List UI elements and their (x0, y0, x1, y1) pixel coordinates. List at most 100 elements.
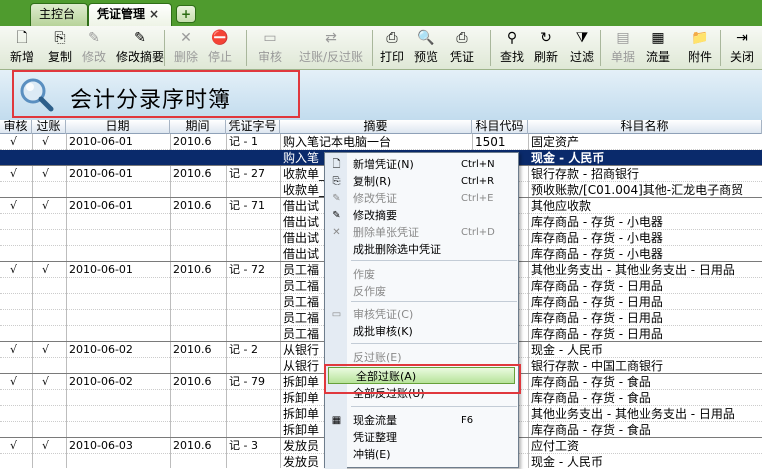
toolbar-button-6[interactable]: ▭ 审核 (252, 28, 288, 68)
toolbar-button-0[interactable]: 🗋 新增 (2, 28, 42, 68)
cell-name: 库存商品 - 存货 - 食品 (531, 375, 651, 389)
copy-icon: ⎘ (332, 176, 341, 187)
menu-item-4[interactable]: ✕ 删除单张凭证 Ctrl+D (326, 224, 518, 241)
toolbar-button-17[interactable]: ⇥ 关闭 (722, 28, 762, 68)
cell-name: 固定资产 (531, 135, 580, 149)
cell-post: √ (42, 167, 50, 180)
menu-item-2[interactable]: ✎ 修改凭证 Ctrl+E (326, 190, 518, 207)
cell-period (173, 454, 225, 468)
toolbar-label: 复制 (47, 50, 72, 64)
menu-item-13[interactable]: ▦ 现金流量 F6 (326, 412, 518, 429)
add-tab-icon[interactable]: + (176, 5, 196, 23)
column-header[interactable]: 凭证字号 (226, 120, 280, 134)
menu-item-label: 现金流量 (353, 414, 397, 427)
edit-summary-icon: ✎ (134, 30, 146, 46)
cell-date (69, 310, 169, 326)
cell-audit (10, 310, 38, 326)
menu-item-label: 新增凭证(N) (353, 158, 414, 171)
cell-post: √ (42, 263, 50, 276)
cell-post (42, 294, 72, 310)
cell-period (173, 326, 225, 342)
cell-post (42, 422, 72, 438)
cell-audit: √ (10, 375, 18, 388)
cell-voucher: 记 - 71 (229, 199, 265, 212)
menu-item-3[interactable]: ✎ 修改摘要 (326, 207, 518, 224)
cell-post: √ (42, 439, 50, 452)
table-row[interactable]: √ √ 2010-06-01 2010.6 记 - 1 购入笔记本电脑一台 1501 固定资产 (0, 134, 762, 150)
tab-home[interactable]: 主控台 (30, 3, 88, 26)
column-header[interactable]: 日期 (66, 120, 170, 134)
cell-date (69, 422, 169, 438)
cell-date (69, 230, 169, 246)
toolbar-button-3[interactable]: ✎ 修改摘要 (112, 28, 168, 68)
cell-post: √ (42, 375, 50, 388)
cell-voucher (229, 326, 279, 342)
toolbar-button-1[interactable]: ⎘ 复制 (44, 28, 76, 68)
toolbar-button-15[interactable]: ▦ 流量 (640, 28, 676, 68)
toolbar-button-9[interactable]: 🔍 预览 (410, 28, 442, 68)
edit-summary-icon: ✎ (332, 210, 341, 221)
preview-icon: 🔍 (417, 30, 435, 46)
cell-audit: √ (10, 439, 18, 452)
toolbar-label: 预览 (413, 50, 438, 64)
cash-flow-icon: ▦ (331, 415, 342, 426)
cell-audit (10, 422, 38, 438)
context-menu: 🗋 新增凭证(N) Ctrl+N ⎘ 复制(R) Ctrl+R ✎ 修改凭证 Ctrl+E ✎ 修改… (324, 152, 519, 469)
menu-item-0[interactable]: 🗋 新增凭证(N) Ctrl+N (326, 156, 518, 173)
cell-name: 库存商品 - 存货 - 食品 (531, 391, 651, 405)
toolbar-button-8[interactable]: ⎙ 打印 (376, 28, 408, 68)
edit-voucher-icon: ✎ (332, 193, 341, 204)
menu-item-label: 成批审核(K) (353, 325, 413, 338)
menu-item-label: 作废 (353, 268, 375, 281)
menu-item-5[interactable]: 成批删除选中凭证 (326, 241, 518, 258)
cell-audit (10, 406, 38, 422)
menu-item-15[interactable]: 冲销(E) (326, 446, 518, 463)
menu-item-label: 复制(R) (353, 175, 392, 188)
find-icon: ⚲ (506, 30, 518, 46)
cell-date: 2010-06-01 (69, 167, 133, 180)
cell-name: 银行存款 - 招商银行 (531, 167, 639, 181)
menu-shortcut: Ctrl+E (461, 193, 494, 204)
toolbar-separator (490, 30, 491, 66)
menu-item-label: 凭证整理 (353, 431, 397, 444)
column-header[interactable]: 过账 (32, 120, 66, 134)
cell-voucher: 记 - 79 (229, 375, 265, 388)
toolbar-button-11[interactable]: ⚲ 查找 (496, 28, 528, 68)
cell-post (42, 406, 72, 422)
column-header[interactable]: 科目代码 (472, 120, 528, 134)
column-header[interactable]: 科目名称 (528, 120, 762, 134)
print-icon: ⎙ (386, 30, 398, 46)
toolbar-button-4[interactable]: ✕ 删除 (170, 28, 202, 68)
menu-item-7[interactable]: 反作废 (326, 283, 518, 300)
menu-item-1[interactable]: ⎘ 复制(R) Ctrl+R (326, 173, 518, 190)
column-header[interactable]: 期间 (170, 120, 226, 134)
toolbar-button-10[interactable]: ⎙ 凭证 (444, 28, 480, 68)
toolbar-button-2[interactable]: ✎ 修改 (78, 28, 110, 68)
toolbar-button-12[interactable]: ↻ 刷新 (530, 28, 562, 68)
toolbar-button-5[interactable]: ⛔ 停止 (204, 28, 236, 68)
tab-voucher-management[interactable]: 凭证管理 × (88, 3, 172, 26)
toolbar-button-14[interactable]: ▤ 单据 (606, 28, 640, 68)
menu-item-8[interactable]: ▭ 审核凭证(C) (326, 306, 518, 323)
toolbar-label: 停止 (207, 50, 232, 64)
toolbar-label: 单据 (610, 50, 635, 64)
toolbar-button-7[interactable]: ⇄ 过账/反过账 (292, 28, 370, 68)
toolbar-button-13[interactable]: ⧩ 过滤 (564, 28, 600, 68)
column-header[interactable]: 审核 (0, 120, 32, 134)
tab-close-icon[interactable]: × (149, 7, 159, 21)
menu-item-14[interactable]: 凭证整理 (326, 429, 518, 446)
cell-name: 现金 - 人民币 (531, 151, 605, 165)
menu-item-6[interactable]: 作废 (326, 266, 518, 283)
menu-item-9[interactable]: 成批审核(K) (326, 323, 518, 340)
toolbar-label: 附件 (687, 50, 712, 64)
cell-name: 现金 - 人民币 (531, 455, 603, 468)
toolbar-button-16[interactable]: 📁 附件 (683, 28, 717, 68)
cell-post (42, 390, 72, 406)
cell-audit (10, 454, 38, 468)
cell-name: 库存商品 - 存货 - 小电器 (531, 247, 663, 261)
cell-post: √ (42, 343, 50, 356)
cell-date (69, 278, 169, 294)
cell-name: 库存商品 - 存货 - 小电器 (531, 231, 663, 245)
column-header[interactable]: 摘要 (280, 120, 472, 134)
menu-shortcut: Ctrl+N (461, 159, 495, 170)
